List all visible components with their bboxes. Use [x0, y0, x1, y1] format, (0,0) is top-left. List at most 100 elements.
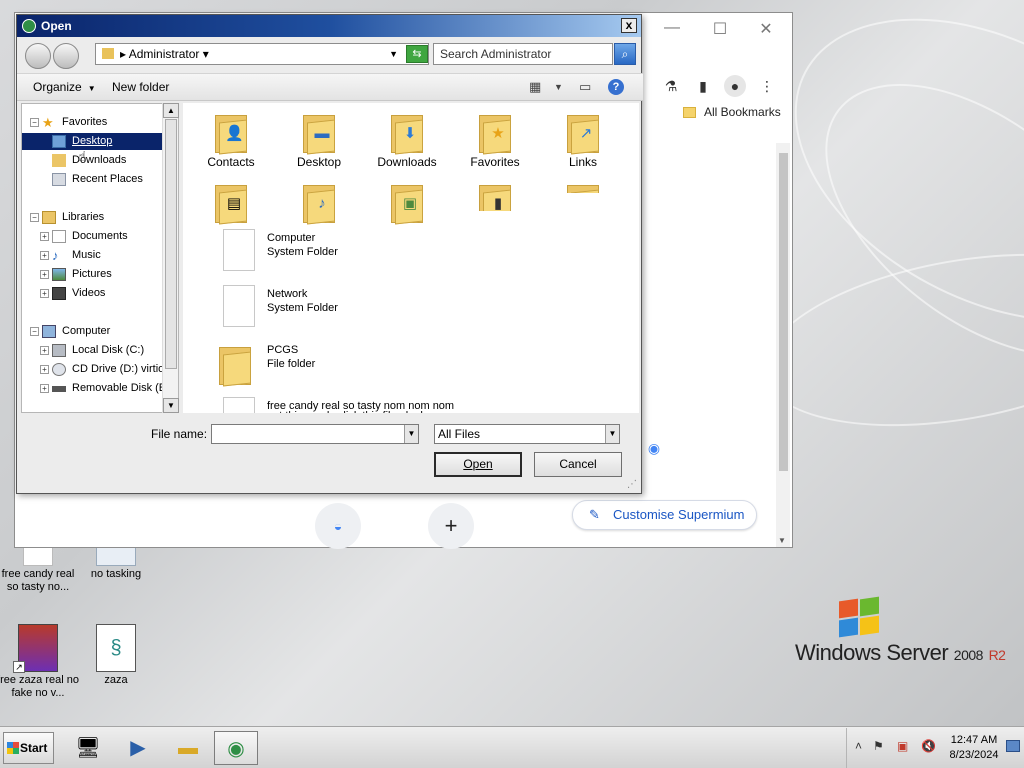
folder-my-pictures[interactable]: ▣: [367, 181, 447, 225]
expand-icon[interactable]: +: [40, 346, 49, 355]
nav-music[interactable]: + ♪ Music: [22, 247, 162, 264]
back-button[interactable]: [25, 43, 51, 69]
address-crumb[interactable]: Administrator: [129, 47, 200, 61]
expand-icon[interactable]: +: [40, 251, 49, 260]
desktop-icon-label: free candy real so tasty no...: [1, 568, 75, 593]
folder-partial[interactable]: [543, 181, 623, 193]
open-button[interactable]: Open: [434, 452, 522, 477]
start-button[interactable]: Start: [3, 732, 54, 764]
minimize-icon[interactable]: —: [649, 19, 695, 37]
collapse-icon[interactable]: −: [30, 213, 39, 222]
desktop-icon-candy[interactable]: free candy real so tasty no...: [0, 544, 80, 594]
customise-label: Customise Supermium: [613, 507, 745, 522]
clock[interactable]: 12:47 AM 8/23/2024: [945, 733, 1003, 763]
nav-removable-disk[interactable]: + Removable Disk (E:: [22, 380, 169, 397]
cancel-button[interactable]: Cancel: [534, 452, 622, 477]
file-name-label: File name:: [151, 427, 207, 441]
expand-icon[interactable]: +: [40, 384, 49, 393]
nav-recent-places[interactable]: Recent Places: [22, 171, 162, 188]
close-icon[interactable]: ✕: [743, 19, 789, 39]
folder-contacts[interactable]: 👤 Contacts: [191, 111, 271, 169]
explorer-folder-icon[interactable]: ▬: [166, 731, 210, 765]
powershell-icon[interactable]: ▶: [116, 731, 160, 765]
network-error-icon[interactable]: ▣: [897, 739, 908, 753]
address-bar[interactable]: ▸ Administrator ▾ ▼: [95, 43, 429, 65]
folder-desktop[interactable]: ▬ Desktop: [279, 111, 359, 169]
preview-pane-icon[interactable]: ▭: [579, 79, 591, 95]
nav-documents[interactable]: + Documents: [22, 228, 162, 245]
maximize-icon[interactable]: ☐: [697, 19, 743, 39]
organize-button[interactable]: Organize ▼: [33, 80, 96, 94]
desktop-icon-no-tasking[interactable]: no tasking: [74, 544, 158, 581]
nav-videos[interactable]: + Videos: [22, 285, 162, 302]
forward-button[interactable]: [53, 43, 79, 69]
navigation-pane[interactable]: − ★ Favorites Desktop Downloads ☝ Recent…: [21, 103, 179, 413]
side-panel-icon[interactable]: ▮: [692, 75, 714, 97]
scroll-down-icon[interactable]: ▼: [163, 398, 179, 413]
help-icon[interactable]: ?: [608, 79, 624, 95]
dialog-close-button[interactable]: x: [621, 18, 637, 33]
scrollbar-thumb[interactable]: [165, 119, 177, 369]
expand-icon[interactable]: +: [40, 232, 49, 241]
file-network[interactable]: Network System Folder: [207, 285, 627, 333]
nav-pictures[interactable]: + Pictures: [22, 266, 162, 283]
server-manager-icon[interactable]: 🖥: [66, 731, 110, 765]
file-computer[interactable]: Computer System Folder: [207, 229, 627, 277]
collapse-icon[interactable]: −: [30, 327, 39, 336]
folder-my-music[interactable]: ♪: [279, 181, 359, 225]
customise-button[interactable]: ✎ Customise Supermium: [572, 500, 757, 530]
folder-links[interactable]: ↗ Links: [543, 111, 623, 169]
labs-flask-icon[interactable]: ⚗: [660, 75, 682, 97]
nav-local-disk[interactable]: + Local Disk (C:): [22, 342, 162, 359]
expand-icon[interactable]: +: [40, 289, 49, 298]
desktop-icon-zaza[interactable]: § zaza: [74, 624, 158, 687]
search-input[interactable]: Search Administrator: [433, 43, 613, 65]
collapse-icon[interactable]: −: [30, 118, 39, 127]
folder-my-documents[interactable]: ▤: [191, 181, 271, 225]
file-pcgs[interactable]: PCGS File folder: [207, 341, 627, 389]
nav-scrollbar[interactable]: ▲ ▼: [162, 103, 179, 413]
folder-downloads[interactable]: ⬇ Downloads: [367, 111, 447, 169]
add-shortcut-button[interactable]: +: [428, 503, 474, 549]
resize-grip-icon[interactable]: ⋰: [627, 479, 639, 491]
action-center-flag-icon[interactable]: ⚑: [873, 739, 884, 753]
chevron-down-icon[interactable]: ▼: [404, 425, 418, 443]
expand-icon[interactable]: +: [40, 270, 49, 279]
file-type-select[interactable]: All Files ▼: [434, 424, 620, 444]
volume-muted-icon[interactable]: 🔇: [921, 739, 936, 753]
nav-libraries[interactable]: − Libraries: [22, 209, 162, 226]
folder-my-videos[interactable]: ▮: [455, 181, 535, 211]
show-desktop-icon[interactable]: [1006, 740, 1020, 752]
chevron-up-icon[interactable]: ˄: [855, 739, 862, 753]
new-folder-button[interactable]: New folder: [112, 80, 169, 94]
scrollbar-thumb[interactable]: [779, 153, 788, 471]
chevron-down-icon[interactable]: ▼: [605, 425, 619, 443]
refresh-button[interactable]: ⇆: [406, 45, 428, 63]
desktop-icon-zaza-real[interactable]: ↗ free zaza real no fake no v...: [0, 624, 80, 700]
nav-computer[interactable]: − Computer: [22, 323, 162, 340]
file-list[interactable]: 👤 Contacts ▬ Desktop ⬇ Downloads ★ Favor…: [183, 103, 639, 413]
chevron-down-icon[interactable]: ▼: [389, 44, 398, 64]
file-name-input[interactable]: ▼: [211, 424, 419, 444]
open-dialog[interactable]: Open x ▸ Administrator ▾ ▼ ⇆ Search Admi…: [16, 14, 643, 494]
chevron-down-icon: ▼: [87, 84, 96, 93]
nav-cd-drive[interactable]: + CD Drive (D:) virtio: [22, 361, 164, 378]
search-icon[interactable]: ⌕: [614, 43, 636, 65]
nav-downloads[interactable]: Downloads: [22, 152, 162, 169]
scroll-up-icon[interactable]: ▲: [163, 103, 179, 118]
nav-desktop[interactable]: Desktop: [22, 133, 162, 150]
view-options-icon[interactable]: ▦: [529, 79, 541, 95]
nav-favorites[interactable]: − ★ Favorites: [22, 114, 162, 131]
shortcut-tile[interactable]: ◒: [315, 503, 361, 549]
profile-avatar-icon[interactable]: ●: [724, 75, 746, 97]
file-candy[interactable]: free candy real so tasty nom nom nom eat…: [207, 397, 627, 413]
expand-icon[interactable]: +: [40, 365, 49, 374]
scroll-down-icon[interactable]: ▼: [778, 536, 786, 545]
browser-scrollbar[interactable]: ▼: [776, 143, 790, 547]
folder-favorites[interactable]: ★ Favorites: [455, 111, 535, 169]
all-bookmarks[interactable]: All Bookmarks: [683, 105, 781, 119]
dialog-titlebar[interactable]: Open x: [17, 15, 641, 37]
browser-taskbar-icon[interactable]: ◉: [214, 731, 258, 765]
menu-kebab-icon[interactable]: ⋮: [756, 75, 778, 97]
chevron-down-icon[interactable]: ▼: [554, 82, 563, 92]
